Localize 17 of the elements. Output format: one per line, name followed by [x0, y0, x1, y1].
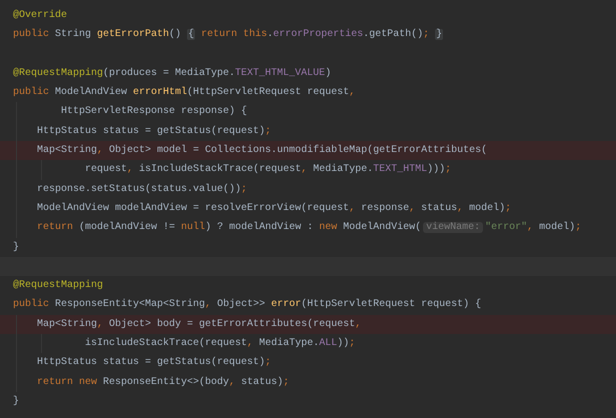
code-line: HttpStatus status = getStatus(request);: [0, 353, 616, 373]
code-line: HttpServletResponse response) {: [0, 102, 616, 122]
code-line: public String getErrorPath() { return this.errorProperties.getPath(); }: [12, 28, 444, 42]
code-line: }: [12, 240, 20, 255]
code-line: }: [12, 394, 20, 409]
code-line: return new ResponseEntity<>(body, status);: [0, 372, 616, 392]
code-line: response.setStatus(status.value());: [0, 180, 616, 199]
code-line: isIncludeStackTrace(request, MediaType.ALL));: [0, 334, 616, 354]
code-line: @Override: [12, 8, 68, 23]
code-line: HttpStatus status = getStatus(request);: [0, 122, 616, 142]
code-line: request, isIncludeStackTrace(request, MediaType.TEXT_HTML)));: [0, 160, 616, 180]
code-line: public ResponseEntity<Map<String, Object>> error(HttpServletRequest request) {: [12, 298, 482, 312]
code-line: return (modelAndView != null) ? modelAndView : new ModelAndView( viewName: "error", model);: [0, 218, 616, 238]
code-line: @RequestMapping(produces = MediaType.TEXT_HTML_VALUE): [12, 66, 332, 81]
code-line: public ModelAndView errorHtml(HttpServletRequest request,: [12, 86, 356, 100]
code-line: @RequestMapping: [12, 278, 104, 294]
code-line: ModelAndView modelAndView = resolveErrorView(request, response, status, model);: [0, 198, 616, 218]
